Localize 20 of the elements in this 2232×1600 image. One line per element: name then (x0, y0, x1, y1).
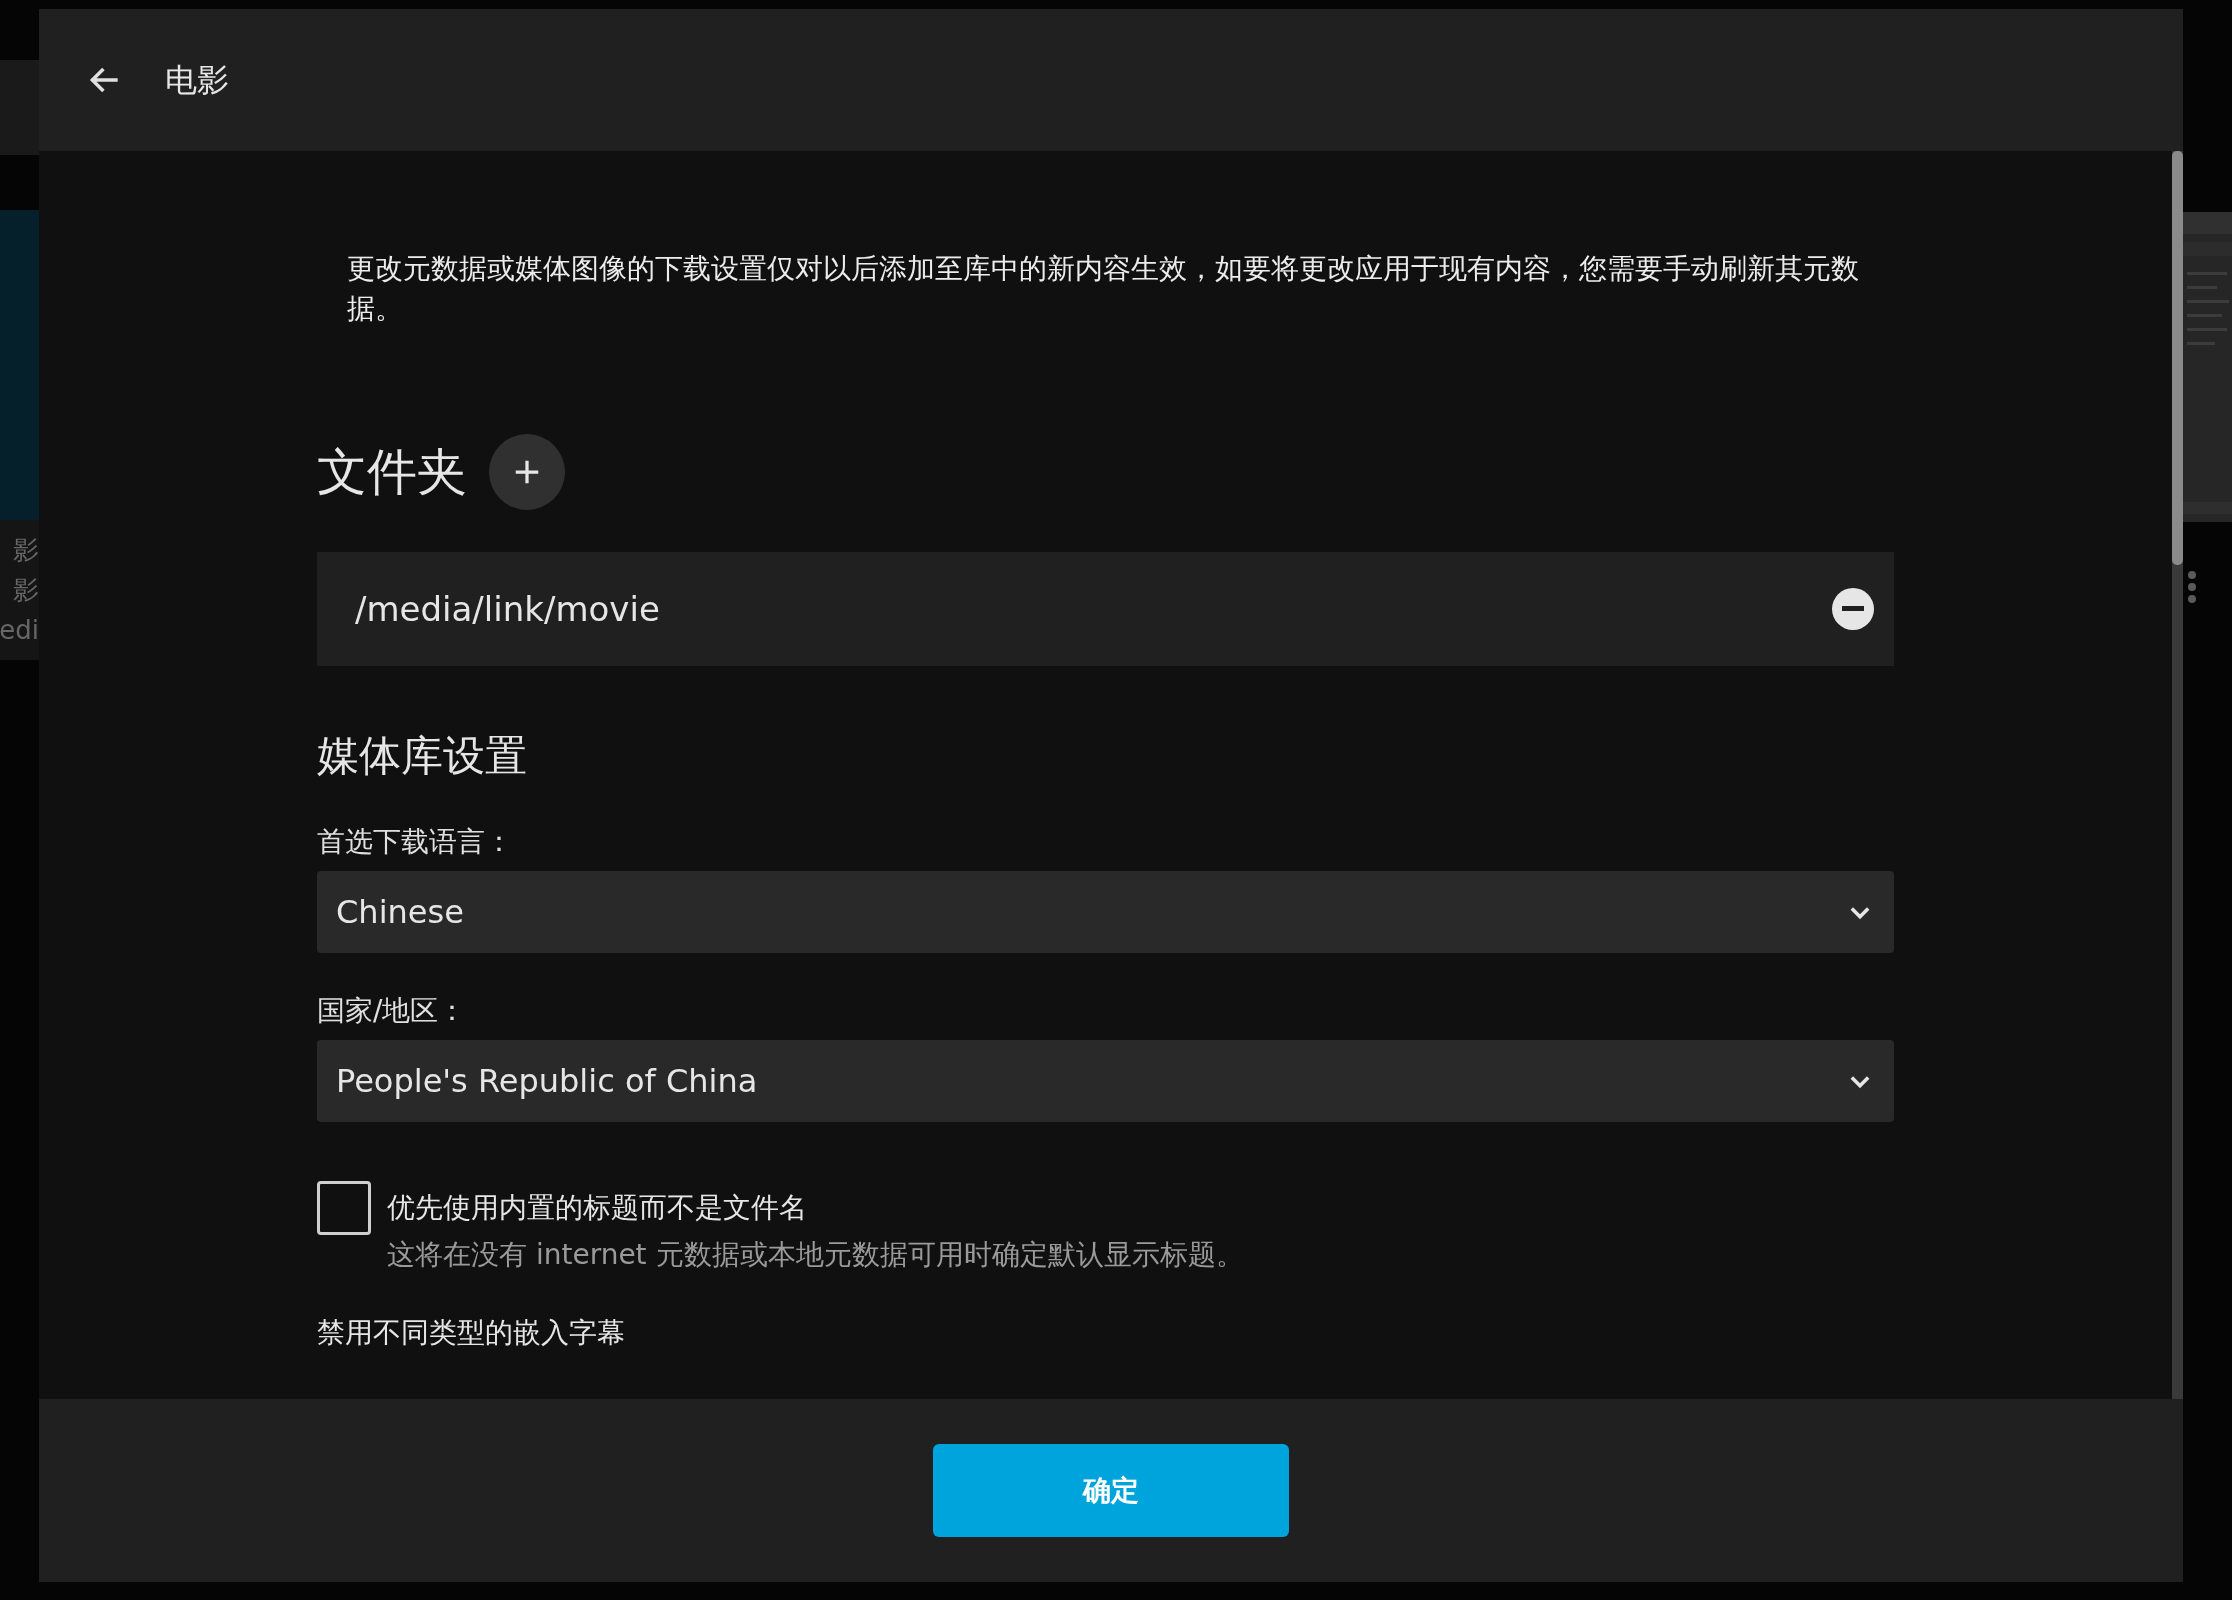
background-text: 影 (13, 534, 39, 567)
dropdown[interactable]: People's Republic of China (317, 1040, 1894, 1122)
folder-path: /media/link/movie (355, 587, 660, 631)
dialog-title: 电影 (165, 60, 229, 101)
scrollbar-thumb[interactable] (2172, 151, 2183, 565)
background-text: edi (0, 614, 39, 647)
remove-folder-button[interactable] (1832, 588, 1874, 630)
checkbox-label: 优先使用内置的标题而不是文件名 (387, 1190, 808, 1226)
notice-text: 更改元数据或媒体图像的下载设置仅对以后添加至库中的新内容生效，如要将更改应用于现有内容，您需要手动刷新其元数据。 (347, 251, 1860, 327)
checkbox[interactable] (317, 1181, 371, 1235)
minus-icon (1842, 606, 1864, 612)
checkbox-description: 这将在没有 internet 元数据或本地元数据可用时确定默认显示标题。 (387, 1237, 1244, 1273)
section-heading: 媒体库设置 (317, 730, 528, 782)
field-label: 国家/地区： (317, 993, 468, 1029)
background-text: 影 (13, 574, 39, 607)
section-heading: 文件夹 (317, 441, 467, 503)
field-label: 首选下载语言： (317, 824, 514, 860)
setting-heading: 禁用不同类型的嵌入字幕 (317, 1315, 626, 1351)
more-icon (2187, 570, 2197, 604)
dropdown[interactable]: Chinese (317, 871, 1894, 953)
